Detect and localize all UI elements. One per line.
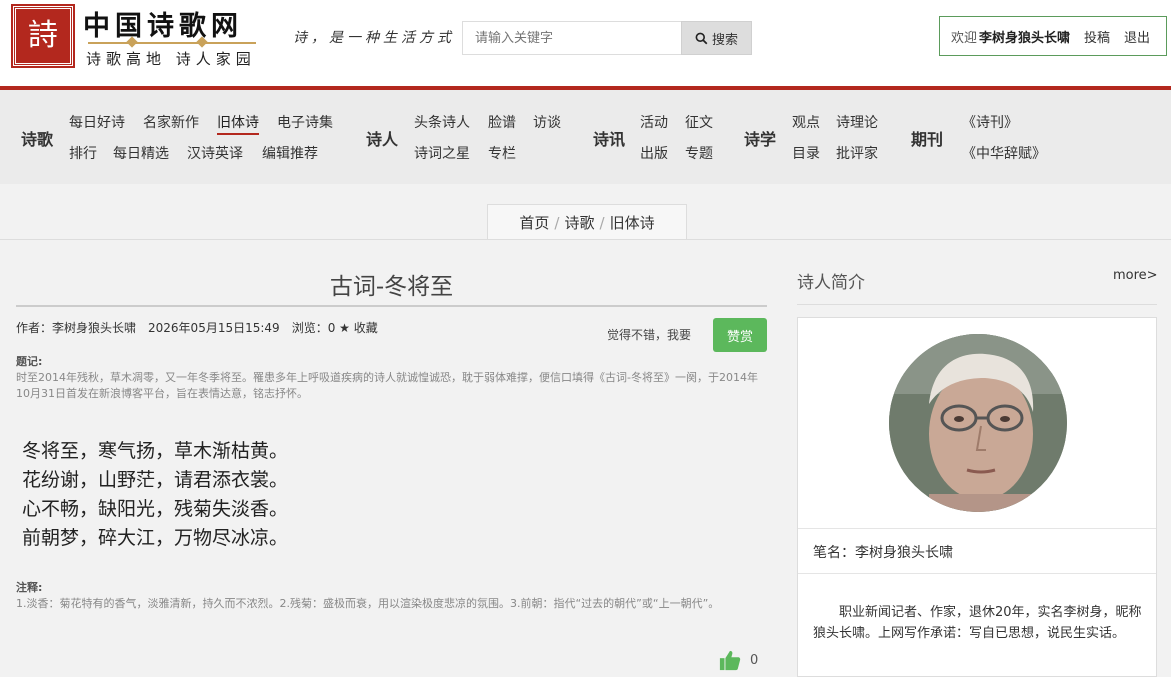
logo-title[interactable]: 中国诗歌网 — [83, 4, 243, 43]
title-divider — [16, 305, 767, 307]
nav-link-interviews[interactable]: 访谈 — [533, 112, 561, 132]
breadcrumb-divider — [0, 239, 1171, 240]
notes-label: 注释: — [16, 581, 43, 594]
poet-pen-name: 笔名：李树身狼头长啸 — [813, 545, 953, 561]
breadcrumb-separator: / — [554, 213, 560, 232]
article-views: 浏览：0 ★ 收藏 — [292, 319, 378, 336]
logout-link[interactable]: 退出 — [1124, 27, 1150, 46]
nav-group-poets[interactable]: 诗人 — [366, 126, 398, 150]
search-button[interactable]: 搜索 — [681, 21, 752, 55]
nav-link-theory[interactable]: 诗理论 — [836, 112, 878, 132]
nav-link-events[interactable]: 活动 — [640, 112, 668, 132]
poem-line: 前朝梦，碎大江，万物尽冰凉。 — [22, 527, 289, 549]
nav-link-profiles[interactable]: 脸谱 — [488, 112, 516, 132]
breadcrumb: 首页 / 诗歌 / 旧体诗 — [487, 204, 687, 240]
nav-link-opinions[interactable]: 观点 — [792, 112, 820, 132]
site-header: 詩 中国诗歌网 诗歌高地 诗人家园 诗，是一种生活方式 搜索 欢迎 李树身狼头长… — [0, 0, 1171, 86]
search-icon — [695, 32, 708, 44]
nav-link-ebooks[interactable]: 电子诗集 — [277, 112, 333, 132]
nav-link-zhonghua-cifu[interactable]: 《中华辞赋》 — [962, 143, 1046, 163]
nav-link-topics[interactable]: 专题 — [685, 143, 713, 163]
search-input[interactable] — [462, 21, 681, 55]
poem-line: 心不畅，缺阳光，残菊失淡香。 — [22, 498, 289, 520]
submit-link[interactable]: 投稿 — [1084, 27, 1110, 46]
notes-text: 1.淡香：菊花特有的香气，淡雅清新，持久而不浓烈。2.残菊：盛极而衰，用以渲染极… — [16, 597, 720, 610]
article-meta: 作者：李树身狼头长啸 2026年05月15日15:49 浏览：0 ★ 收藏 — [16, 319, 378, 336]
nav-link-editor-pick[interactable]: 编辑推荐 — [262, 143, 318, 163]
poem-body: 冬将至，寒气扬，草木渐枯黄。 花纷谢，山野茫，请君添衣裳。 心不畅，缺阳光，残菊… — [22, 437, 288, 553]
nav-link-headline-poets[interactable]: 头条诗人 — [414, 112, 470, 132]
nav-link-contests[interactable]: 征文 — [685, 112, 713, 132]
breadcrumb-classical[interactable]: 旧体诗 — [610, 212, 655, 233]
poet-intro-title: 诗人简介 — [797, 273, 865, 293]
search-button-label: 搜索 — [711, 32, 738, 48]
more-link[interactable]: more> — [1113, 268, 1158, 283]
sidebar-divider — [797, 304, 1157, 305]
nav-link-translation[interactable]: 汉诗英译 — [187, 143, 243, 163]
nav-link-classical[interactable]: 旧体诗 — [217, 112, 259, 135]
nav-link-daily-best[interactable]: 每日好诗 — [69, 112, 125, 132]
breadcrumb-poetry[interactable]: 诗歌 — [564, 212, 594, 233]
article-title: 古词-冬将至 — [329, 274, 454, 300]
nav-group-journals[interactable]: 期刊 — [911, 126, 943, 150]
article-date: 2026年05月15日15:49 — [148, 321, 280, 335]
nav-group-poetics[interactable]: 诗学 — [744, 126, 776, 150]
user-name[interactable]: 李树身狼头长啸 — [979, 27, 1070, 46]
preface-label: 题记: — [16, 355, 43, 368]
breadcrumb-home[interactable]: 首页 — [519, 212, 549, 233]
welcome-text: 欢迎 — [951, 30, 978, 46]
views-count: 浏览：0 — [291, 321, 336, 335]
nav-link-ranking[interactable]: 排行 — [69, 143, 97, 163]
avatar-portrait — [889, 334, 1067, 512]
poem-line: 冬将至，寒气扬，草木渐枯黄。 — [22, 440, 289, 462]
nav-link-ci-star[interactable]: 诗词之星 — [414, 143, 470, 163]
nav-link-daily-pick[interactable]: 每日精选 — [113, 143, 169, 163]
nav-link-publishing[interactable]: 出版 — [640, 143, 668, 163]
site-slogan: 诗，是一种生活方式 — [293, 30, 455, 46]
poem-line: 花纷谢，山野茫，请君添衣裳。 — [22, 469, 289, 491]
nav-link-masters-new[interactable]: 名家新作 — [143, 112, 199, 132]
breadcrumb-separator: / — [599, 213, 605, 232]
favorite-link[interactable]: 收藏 — [354, 321, 378, 335]
nav-group-news[interactable]: 诗讯 — [593, 126, 625, 150]
nav-group-poetry[interactable]: 诗歌 — [21, 126, 53, 150]
nav-link-shikan[interactable]: 《诗刊》 — [962, 112, 1018, 132]
star-icon[interactable]: ★ — [339, 321, 350, 335]
poet-card: 笔名：李树身狼头长啸 职业新闻记者、作家，退休20年，实名李树身，昵称狼头长啸。… — [797, 317, 1157, 677]
card-divider — [798, 528, 1156, 529]
logo-ornament — [88, 42, 256, 44]
like-count: 0 — [750, 653, 759, 668]
main-nav: 诗歌 每日好诗 名家新作 旧体诗 电子诗集 排行 每日精选 汉诗英译 编辑推荐 … — [0, 90, 1171, 184]
logo-seal[interactable]: 詩 — [11, 4, 75, 68]
praise-prompt: 觉得不错，我要 — [607, 328, 692, 342]
avatar[interactable] — [889, 334, 1067, 512]
article-author[interactable]: 作者：李树身狼头长啸 — [16, 319, 136, 336]
logo-subtitle: 诗歌高地 诗人家园 — [86, 50, 256, 68]
nav-link-columns[interactable]: 专栏 — [488, 143, 516, 163]
card-divider — [798, 573, 1156, 574]
thumbs-up-icon[interactable] — [719, 649, 741, 671]
preface-text: 时至2014年残秋，草木凋零，又一年冬季将至。罹患多年上呼吸道疾病的诗人就诚惶诚… — [16, 371, 758, 400]
nav-link-critics[interactable]: 批评家 — [836, 143, 878, 163]
user-box: 欢迎 李树身狼头长啸 投稿 退出 — [939, 16, 1167, 56]
praise-button[interactable]: 赞赏 — [713, 318, 767, 352]
nav-link-catalog[interactable]: 目录 — [792, 143, 820, 163]
poet-bio: 职业新闻记者、作家，退休20年，实名李树身，昵称狼头长啸。上网写作承诺：写自已思… — [813, 605, 1142, 641]
